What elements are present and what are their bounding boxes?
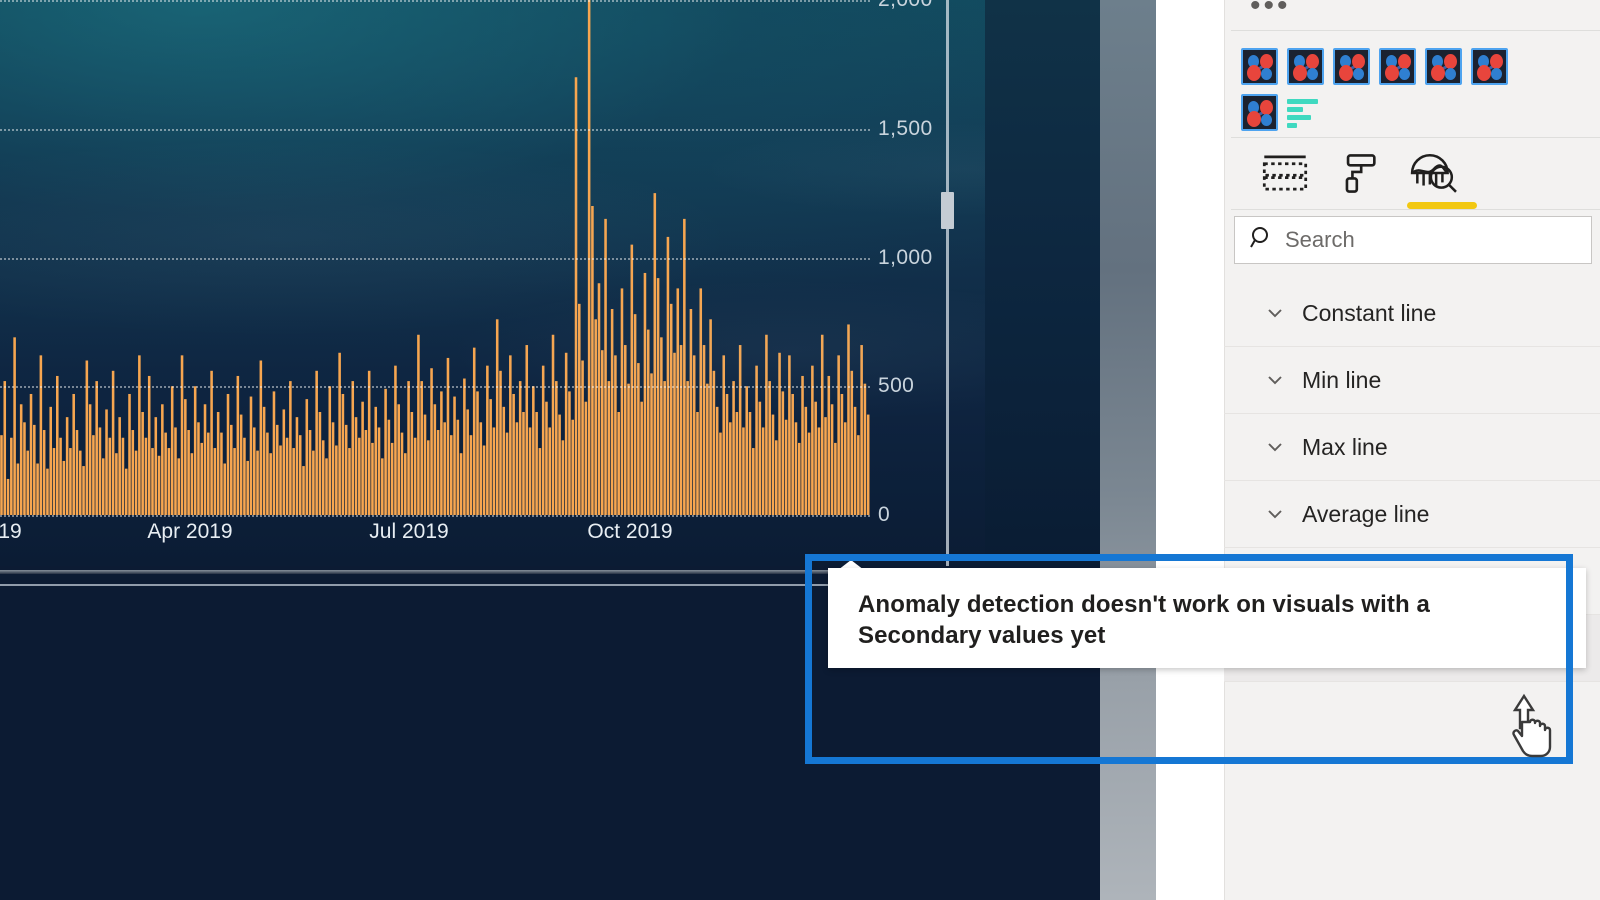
analytics-option-label: Max line — [1302, 433, 1388, 460]
y-axis-tick-label: 0 — [878, 503, 891, 526]
analytics-option-row[interactable]: Max line — [1224, 414, 1600, 481]
tab-fields[interactable] — [1255, 150, 1315, 196]
x-axis-tick-label: Apr 2019 — [147, 520, 233, 543]
analytics-option-label: Constant line — [1302, 299, 1437, 326]
canvas-scrollbar-thumb[interactable] — [941, 192, 954, 229]
chevron-down-icon[interactable] — [1264, 436, 1286, 458]
pane-gutter — [1156, 0, 1224, 900]
gridline — [0, 386, 870, 389]
analytics-option-row[interactable]: Constant line — [1224, 280, 1600, 347]
custom-visual-icon[interactable] — [1425, 48, 1462, 85]
analytics-option-row[interactable]: Min line — [1224, 347, 1600, 414]
custom-visual-icon[interactable] — [1287, 48, 1324, 85]
visual-type-gallery — [1241, 48, 1591, 140]
x-axis-tick-label: 19 — [0, 520, 22, 543]
y-axis-tick-label: 1,500 — [878, 116, 933, 140]
custom-visual-icon[interactable] — [1379, 48, 1416, 85]
visual-gallery-row-2 — [1241, 94, 1591, 131]
search-icon — [1249, 225, 1275, 256]
tab-analytics[interactable] — [1403, 150, 1463, 196]
tab-format[interactable] — [1329, 150, 1389, 196]
pane-divider-top — [1231, 30, 1600, 31]
x-axis-tick-label: Jul 2019 — [369, 520, 449, 543]
visual-gallery-row-1 — [1241, 48, 1591, 85]
x-axis-tick-label: Oct 2019 — [587, 520, 673, 543]
chevron-down-icon[interactable] — [1264, 369, 1286, 391]
analytics-option-label: Min line — [1302, 366, 1382, 393]
custom-visual-icon[interactable] — [1241, 94, 1278, 131]
gridline — [0, 128, 870, 131]
pane-tabs — [1255, 150, 1515, 212]
gridline — [0, 257, 870, 260]
canvas-scrollbar-track[interactable] — [946, 0, 949, 566]
screen: 0 500 1,000 1,500 2,000 19 Apr 2019 Jul 2019 Oct… — [0, 0, 1600, 900]
y-axis-tick-label: 2,000 — [878, 0, 933, 12]
y-axis-tick-label: 1,000 — [878, 245, 933, 269]
custom-visual-icon[interactable] — [1241, 48, 1278, 85]
chart-axes: 0 500 1,000 1,500 2,000 19 Apr 2019 Jul 2019 Oct… — [0, 0, 1000, 566]
mouse-cursor-icon — [1500, 692, 1556, 766]
y-axis-tick-label: 500 — [878, 374, 915, 398]
search-box[interactable] — [1234, 216, 1592, 264]
bar-chart-icon[interactable] — [1287, 94, 1324, 131]
analytics-option-row[interactable]: Average line — [1224, 481, 1600, 548]
tooltip: Anomaly detection doesn't work on visual… — [828, 568, 1586, 668]
analytics-option-label: Average line — [1302, 500, 1430, 527]
search-input[interactable] — [1285, 217, 1591, 263]
custom-visual-icon[interactable] — [1333, 48, 1370, 85]
chevron-down-icon[interactable] — [1264, 302, 1286, 324]
chevron-down-icon[interactable] — [1264, 503, 1286, 525]
gridline — [0, 515, 870, 517]
canvas-edge-strip — [1100, 0, 1156, 900]
custom-visual-icon[interactable] — [1471, 48, 1508, 85]
active-tab-indicator — [1407, 202, 1477, 209]
tooltip-text: Anomaly detection doesn't work on visual… — [858, 591, 1430, 649]
more-options-icon[interactable]: ••• — [1250, 0, 1310, 21]
gridline — [0, 0, 870, 2]
